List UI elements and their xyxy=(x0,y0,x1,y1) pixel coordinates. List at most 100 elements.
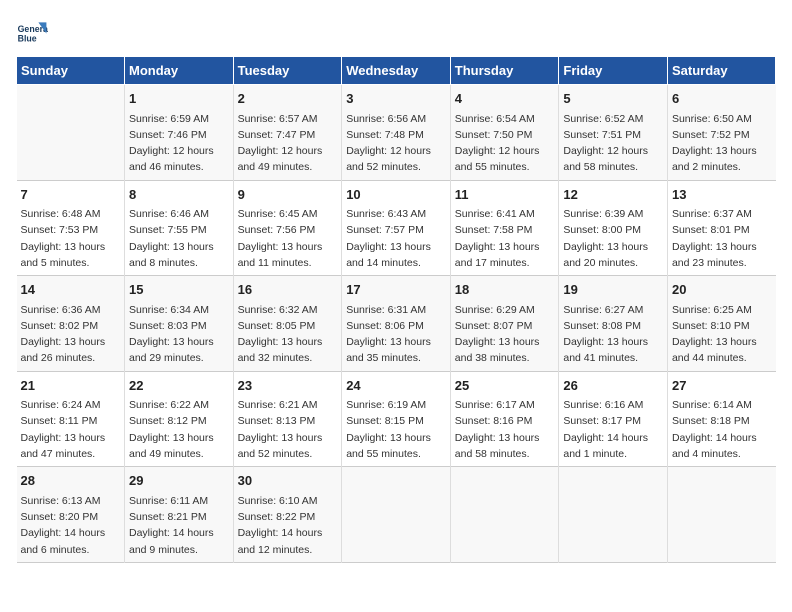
day-number: 9 xyxy=(238,185,338,205)
day-header-wednesday: Wednesday xyxy=(342,57,451,85)
day-info: Sunrise: 6:43 AMSunset: 7:57 PMDaylight:… xyxy=(346,206,446,271)
calendar-cell: 16Sunrise: 6:32 AMSunset: 8:05 PMDayligh… xyxy=(233,276,342,372)
calendar-cell: 20Sunrise: 6:25 AMSunset: 8:10 PMDayligh… xyxy=(667,276,775,372)
day-number: 22 xyxy=(129,376,229,396)
day-number: 16 xyxy=(238,280,338,300)
day-number: 18 xyxy=(455,280,555,300)
calendar-cell xyxy=(450,467,559,563)
day-info: Sunrise: 6:54 AMSunset: 7:50 PMDaylight:… xyxy=(455,111,555,176)
calendar-cell: 2Sunrise: 6:57 AMSunset: 7:47 PMDaylight… xyxy=(233,85,342,181)
day-info: Sunrise: 6:50 AMSunset: 7:52 PMDaylight:… xyxy=(672,111,772,176)
calendar-cell xyxy=(17,85,125,181)
day-info: Sunrise: 6:21 AMSunset: 8:13 PMDaylight:… xyxy=(238,397,338,462)
calendar-cell: 10Sunrise: 6:43 AMSunset: 7:57 PMDayligh… xyxy=(342,180,451,276)
day-header-saturday: Saturday xyxy=(667,57,775,85)
calendar-cell: 17Sunrise: 6:31 AMSunset: 8:06 PMDayligh… xyxy=(342,276,451,372)
day-number: 28 xyxy=(21,471,121,491)
calendar-cell: 23Sunrise: 6:21 AMSunset: 8:13 PMDayligh… xyxy=(233,371,342,467)
day-number: 8 xyxy=(129,185,229,205)
day-number: 21 xyxy=(21,376,121,396)
calendar-cell: 27Sunrise: 6:14 AMSunset: 8:18 PMDayligh… xyxy=(667,371,775,467)
calendar-cell: 8Sunrise: 6:46 AMSunset: 7:55 PMDaylight… xyxy=(125,180,234,276)
calendar-week-row: 14Sunrise: 6:36 AMSunset: 8:02 PMDayligh… xyxy=(17,276,776,372)
calendar-cell: 7Sunrise: 6:48 AMSunset: 7:53 PMDaylight… xyxy=(17,180,125,276)
calendar-cell: 14Sunrise: 6:36 AMSunset: 8:02 PMDayligh… xyxy=(17,276,125,372)
day-number: 5 xyxy=(563,89,663,109)
calendar-cell: 3Sunrise: 6:56 AMSunset: 7:48 PMDaylight… xyxy=(342,85,451,181)
day-number: 29 xyxy=(129,471,229,491)
day-info: Sunrise: 6:16 AMSunset: 8:17 PMDaylight:… xyxy=(563,397,663,462)
day-number: 10 xyxy=(346,185,446,205)
day-number: 4 xyxy=(455,89,555,109)
calendar-cell: 6Sunrise: 6:50 AMSunset: 7:52 PMDaylight… xyxy=(667,85,775,181)
day-number: 20 xyxy=(672,280,772,300)
calendar-cell: 19Sunrise: 6:27 AMSunset: 8:08 PMDayligh… xyxy=(559,276,668,372)
day-info: Sunrise: 6:22 AMSunset: 8:12 PMDaylight:… xyxy=(129,397,229,462)
calendar-cell: 1Sunrise: 6:59 AMSunset: 7:46 PMDaylight… xyxy=(125,85,234,181)
calendar-cell: 30Sunrise: 6:10 AMSunset: 8:22 PMDayligh… xyxy=(233,467,342,563)
day-info: Sunrise: 6:32 AMSunset: 8:05 PMDaylight:… xyxy=(238,302,338,367)
day-number: 13 xyxy=(672,185,772,205)
calendar-week-row: 7Sunrise: 6:48 AMSunset: 7:53 PMDaylight… xyxy=(17,180,776,276)
calendar-header-row: SundayMondayTuesdayWednesdayThursdayFrid… xyxy=(17,57,776,85)
calendar-cell: 28Sunrise: 6:13 AMSunset: 8:20 PMDayligh… xyxy=(17,467,125,563)
day-number: 27 xyxy=(672,376,772,396)
day-number: 11 xyxy=(455,185,555,205)
svg-text:Blue: Blue xyxy=(18,34,37,44)
calendar-cell: 5Sunrise: 6:52 AMSunset: 7:51 PMDaylight… xyxy=(559,85,668,181)
calendar-cell: 12Sunrise: 6:39 AMSunset: 8:00 PMDayligh… xyxy=(559,180,668,276)
day-info: Sunrise: 6:34 AMSunset: 8:03 PMDaylight:… xyxy=(129,302,229,367)
calendar-week-row: 28Sunrise: 6:13 AMSunset: 8:20 PMDayligh… xyxy=(17,467,776,563)
day-number: 6 xyxy=(672,89,772,109)
calendar-cell: 29Sunrise: 6:11 AMSunset: 8:21 PMDayligh… xyxy=(125,467,234,563)
day-header-sunday: Sunday xyxy=(17,57,125,85)
calendar-week-row: 1Sunrise: 6:59 AMSunset: 7:46 PMDaylight… xyxy=(17,85,776,181)
calendar-table: SundayMondayTuesdayWednesdayThursdayFrid… xyxy=(16,56,776,563)
day-info: Sunrise: 6:11 AMSunset: 8:21 PMDaylight:… xyxy=(129,493,229,558)
day-number: 3 xyxy=(346,89,446,109)
day-info: Sunrise: 6:45 AMSunset: 7:56 PMDaylight:… xyxy=(238,206,338,271)
day-info: Sunrise: 6:39 AMSunset: 8:00 PMDaylight:… xyxy=(563,206,663,271)
day-number: 24 xyxy=(346,376,446,396)
calendar-cell: 24Sunrise: 6:19 AMSunset: 8:15 PMDayligh… xyxy=(342,371,451,467)
page-header: General Blue xyxy=(16,16,776,48)
day-info: Sunrise: 6:52 AMSunset: 7:51 PMDaylight:… xyxy=(563,111,663,176)
calendar-cell xyxy=(342,467,451,563)
day-number: 7 xyxy=(21,185,121,205)
day-number: 23 xyxy=(238,376,338,396)
calendar-cell: 9Sunrise: 6:45 AMSunset: 7:56 PMDaylight… xyxy=(233,180,342,276)
calendar-week-row: 21Sunrise: 6:24 AMSunset: 8:11 PMDayligh… xyxy=(17,371,776,467)
calendar-cell xyxy=(667,467,775,563)
day-info: Sunrise: 6:41 AMSunset: 7:58 PMDaylight:… xyxy=(455,206,555,271)
logo-icon: General Blue xyxy=(16,16,48,48)
calendar-cell: 22Sunrise: 6:22 AMSunset: 8:12 PMDayligh… xyxy=(125,371,234,467)
logo: General Blue xyxy=(16,16,52,48)
day-number: 15 xyxy=(129,280,229,300)
day-info: Sunrise: 6:48 AMSunset: 7:53 PMDaylight:… xyxy=(21,206,121,271)
day-info: Sunrise: 6:56 AMSunset: 7:48 PMDaylight:… xyxy=(346,111,446,176)
day-info: Sunrise: 6:19 AMSunset: 8:15 PMDaylight:… xyxy=(346,397,446,462)
calendar-cell: 11Sunrise: 6:41 AMSunset: 7:58 PMDayligh… xyxy=(450,180,559,276)
day-number: 14 xyxy=(21,280,121,300)
day-number: 17 xyxy=(346,280,446,300)
day-info: Sunrise: 6:17 AMSunset: 8:16 PMDaylight:… xyxy=(455,397,555,462)
day-info: Sunrise: 6:36 AMSunset: 8:02 PMDaylight:… xyxy=(21,302,121,367)
day-number: 30 xyxy=(238,471,338,491)
day-info: Sunrise: 6:14 AMSunset: 8:18 PMDaylight:… xyxy=(672,397,772,462)
day-info: Sunrise: 6:27 AMSunset: 8:08 PMDaylight:… xyxy=(563,302,663,367)
day-header-thursday: Thursday xyxy=(450,57,559,85)
day-info: Sunrise: 6:29 AMSunset: 8:07 PMDaylight:… xyxy=(455,302,555,367)
day-info: Sunrise: 6:24 AMSunset: 8:11 PMDaylight:… xyxy=(21,397,121,462)
calendar-cell: 18Sunrise: 6:29 AMSunset: 8:07 PMDayligh… xyxy=(450,276,559,372)
day-info: Sunrise: 6:25 AMSunset: 8:10 PMDaylight:… xyxy=(672,302,772,367)
calendar-cell: 15Sunrise: 6:34 AMSunset: 8:03 PMDayligh… xyxy=(125,276,234,372)
day-number: 12 xyxy=(563,185,663,205)
calendar-cell: 26Sunrise: 6:16 AMSunset: 8:17 PMDayligh… xyxy=(559,371,668,467)
calendar-cell: 13Sunrise: 6:37 AMSunset: 8:01 PMDayligh… xyxy=(667,180,775,276)
day-header-friday: Friday xyxy=(559,57,668,85)
day-info: Sunrise: 6:13 AMSunset: 8:20 PMDaylight:… xyxy=(21,493,121,558)
day-header-monday: Monday xyxy=(125,57,234,85)
calendar-cell xyxy=(559,467,668,563)
day-info: Sunrise: 6:59 AMSunset: 7:46 PMDaylight:… xyxy=(129,111,229,176)
day-info: Sunrise: 6:46 AMSunset: 7:55 PMDaylight:… xyxy=(129,206,229,271)
